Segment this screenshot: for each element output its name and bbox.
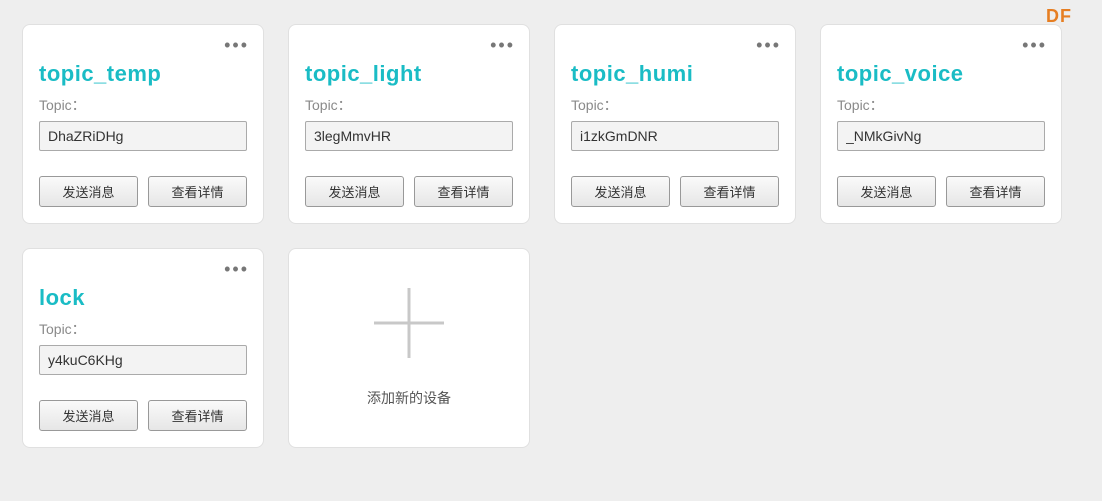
add-device-label: 添加新的设备	[367, 388, 451, 408]
button-row: 发送消息 查看详情	[571, 176, 779, 207]
topic-input[interactable]	[571, 121, 779, 151]
button-row: 发送消息 查看详情	[837, 176, 1045, 207]
card-title: lock	[39, 285, 247, 311]
view-details-button[interactable]: 查看详情	[680, 176, 779, 207]
card-title: topic_light	[305, 61, 513, 87]
button-row: 发送消息 查看详情	[305, 176, 513, 207]
device-card-topic-humi: ••• topic_humi Topic： 发送消息 查看详情	[554, 24, 796, 224]
topic-input[interactable]	[39, 121, 247, 151]
view-details-button[interactable]: 查看详情	[148, 400, 247, 431]
topic-label: Topic：	[39, 319, 247, 339]
view-details-button[interactable]: 查看详情	[148, 176, 247, 207]
send-message-button[interactable]: 发送消息	[837, 176, 936, 207]
topic-label: Topic：	[571, 95, 779, 115]
device-card-topic-light: ••• topic_light Topic： 发送消息 查看详情	[288, 24, 530, 224]
card-title: topic_temp	[39, 61, 247, 87]
view-details-button[interactable]: 查看详情	[414, 176, 513, 207]
topic-label: Topic：	[837, 95, 1045, 115]
send-message-button[interactable]: 发送消息	[305, 176, 404, 207]
topic-label: Topic：	[305, 95, 513, 115]
card-title: topic_voice	[837, 61, 1045, 87]
plus-icon	[374, 288, 444, 358]
button-row: 发送消息 查看详情	[39, 176, 247, 207]
more-icon[interactable]: •••	[224, 259, 249, 280]
more-icon[interactable]: •••	[490, 35, 515, 56]
device-card-lock: ••• lock Topic： 发送消息 查看详情	[22, 248, 264, 448]
card-title: topic_humi	[571, 61, 779, 87]
device-card-topic-voice: ••• topic_voice Topic： 发送消息 查看详情	[820, 24, 1062, 224]
device-card-topic-temp: ••• topic_temp Topic： 发送消息 查看详情	[22, 24, 264, 224]
more-icon[interactable]: •••	[1022, 35, 1047, 56]
watermark-prefix: DF	[1046, 6, 1072, 26]
button-row: 发送消息 查看详情	[39, 400, 247, 431]
topic-label: Topic：	[39, 95, 247, 115]
add-device-card[interactable]: 添加新的设备	[288, 248, 530, 448]
more-icon[interactable]: •••	[756, 35, 781, 56]
view-details-button[interactable]: 查看详情	[946, 176, 1045, 207]
device-grid: ••• topic_temp Topic： 发送消息 查看详情 ••• topi…	[0, 0, 1102, 472]
topic-input[interactable]	[39, 345, 247, 375]
topic-input[interactable]	[837, 121, 1045, 151]
send-message-button[interactable]: 发送消息	[39, 400, 138, 431]
send-message-button[interactable]: 发送消息	[39, 176, 138, 207]
topic-input[interactable]	[305, 121, 513, 151]
more-icon[interactable]: •••	[224, 35, 249, 56]
send-message-button[interactable]: 发送消息	[571, 176, 670, 207]
